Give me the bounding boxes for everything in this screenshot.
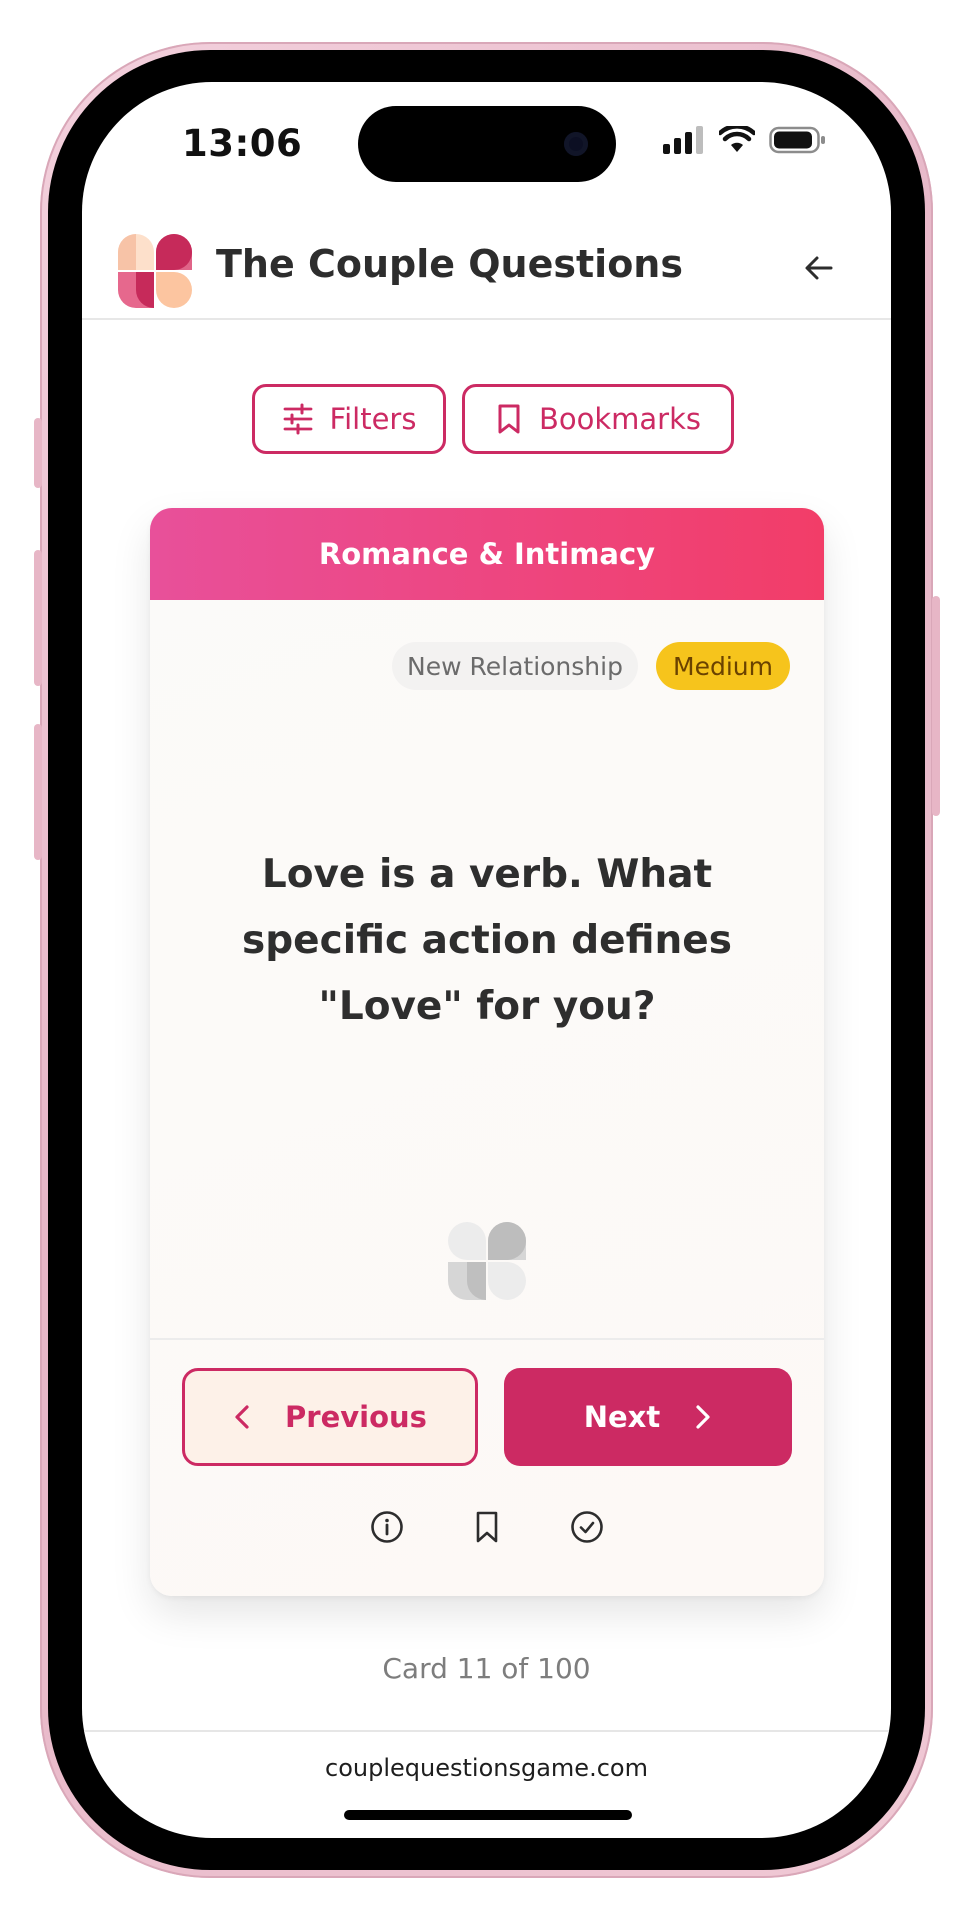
status-icons xyxy=(663,126,827,154)
question-text: Love is a verb. What specific action def… xyxy=(242,852,732,1029)
screen: 13:06 The Couple Questions Filters Bookm… xyxy=(82,82,891,1838)
info-icon xyxy=(371,1511,403,1543)
next-label: Next xyxy=(583,1400,661,1434)
side-button-power xyxy=(932,596,940,816)
battery-icon xyxy=(769,126,825,154)
dynamic-island xyxy=(358,106,616,182)
filters-label: Filters xyxy=(329,402,417,436)
card-divider xyxy=(150,1338,824,1340)
side-button-action xyxy=(34,418,42,488)
next-button[interactable]: Next xyxy=(504,1368,792,1466)
app-header: The Couple Questions xyxy=(82,212,891,320)
difficulty-badge: Medium xyxy=(656,642,790,690)
previous-button[interactable]: Previous xyxy=(182,1368,478,1466)
wifi-icon xyxy=(719,126,755,152)
side-button-volume-down xyxy=(34,724,42,860)
side-button-volume-up xyxy=(34,550,42,686)
status-time: 13:06 xyxy=(182,122,303,165)
bookmark-icon xyxy=(476,1511,498,1543)
question-card: Romance & Intimacy New Relationship Medi… xyxy=(150,508,824,1596)
app-logo xyxy=(118,234,192,308)
sliders-icon xyxy=(283,403,312,435)
info-button[interactable] xyxy=(368,1508,406,1546)
footer-url[interactable]: couplequestionsgame.com xyxy=(82,1754,891,1782)
chevron-left-icon xyxy=(235,1405,249,1429)
app-title: The Couple Questions xyxy=(216,242,683,286)
filters-button[interactable]: Filters xyxy=(252,384,446,454)
bookmarks-label: Bookmarks xyxy=(538,402,702,436)
bookmarks-button[interactable]: Bookmarks xyxy=(462,384,734,454)
bookmark-icon xyxy=(498,404,520,434)
signal-icon xyxy=(663,126,703,154)
card-logo-mark xyxy=(448,1222,526,1300)
card-category: Romance & Intimacy xyxy=(150,508,824,600)
card-actions xyxy=(150,1508,824,1546)
previous-label: Previous xyxy=(285,1400,427,1434)
camera-icon xyxy=(564,132,588,156)
bookmark-card-button[interactable] xyxy=(468,1508,506,1546)
footer-divider xyxy=(82,1730,891,1732)
back-button[interactable] xyxy=(801,250,837,286)
home-indicator[interactable] xyxy=(344,1810,632,1820)
mark-done-button[interactable] xyxy=(568,1508,606,1546)
chevron-right-icon xyxy=(696,1405,710,1429)
check-circle-icon xyxy=(571,1511,603,1543)
relationship-tag: New Relationship xyxy=(392,642,638,690)
card-counter: Card 11 of 100 xyxy=(382,1652,591,1685)
arrow-left-icon xyxy=(805,256,833,280)
